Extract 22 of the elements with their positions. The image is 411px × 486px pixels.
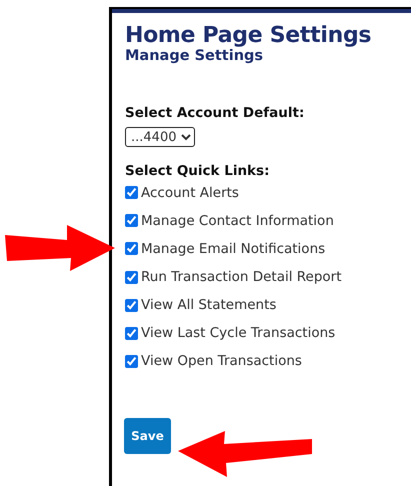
checkbox[interactable]	[125, 214, 138, 228]
page-title: Home Page Settings	[125, 23, 372, 48]
checkbox-label: Run Transaction Detail Report	[141, 269, 342, 286]
checkbox[interactable]	[125, 186, 138, 200]
checkbox[interactable]	[125, 270, 138, 284]
checkbox-label: Manage Contact Information	[141, 212, 334, 229]
account-dropdown[interactable]: ...4400	[125, 127, 195, 147]
field-label: Select Quick Links:	[125, 163, 270, 179]
checkbox[interactable]	[125, 354, 138, 368]
arrow-icon	[178, 431, 314, 477]
checkbox[interactable]	[125, 298, 138, 312]
arrow-icon	[5, 225, 115, 271]
field-label: Select Account Default:	[125, 105, 306, 121]
save-button[interactable]: Save	[124, 418, 171, 454]
checkbox[interactable]	[125, 326, 138, 340]
page-subtitle: Manage Settings	[125, 48, 264, 64]
checkbox-label: Manage Email Notifications	[141, 240, 326, 257]
checkbox-label: View Last Cycle Transactions	[141, 325, 336, 342]
checkbox-label: Account Alerts	[141, 184, 239, 201]
checkbox-label: View Open Transactions	[141, 353, 302, 370]
checkbox-label: View All Statements	[141, 297, 276, 314]
checkbox[interactable]	[125, 242, 138, 256]
